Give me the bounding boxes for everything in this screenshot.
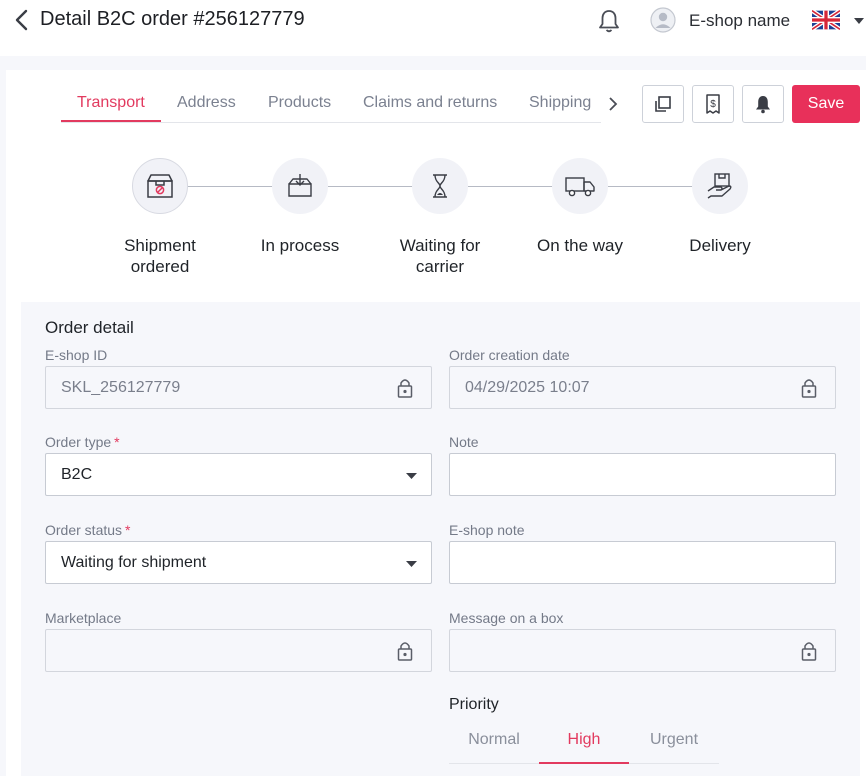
lock-icon xyxy=(397,379,413,398)
eshop-id-field: SKL_256127779 xyxy=(45,366,432,409)
copy-button[interactable] xyxy=(642,85,684,123)
top-bar: Detail B2C order #256127779 E-shop name xyxy=(0,0,866,56)
tab-bar: Transport Address Products Claims and re… xyxy=(61,70,601,123)
step-label: Delivery xyxy=(689,236,751,255)
marketplace-field xyxy=(45,629,432,672)
step-connector xyxy=(188,186,274,187)
step-in-process[interactable] xyxy=(272,158,328,214)
bell-icon xyxy=(756,96,770,114)
back-arrow-icon[interactable] xyxy=(12,8,32,32)
order-status-label: Order status * xyxy=(45,522,131,538)
tab-products[interactable]: Products xyxy=(268,94,331,112)
eshop-note-input[interactable] xyxy=(449,541,836,584)
chevron-right-icon[interactable] xyxy=(606,96,620,112)
marketplace-label: Marketplace xyxy=(45,610,122,626)
step-on-the-way[interactable] xyxy=(552,158,608,214)
order-status-value: Waiting for shipment xyxy=(61,554,207,571)
creation-date-field: 04/29/2025 10:07 xyxy=(449,366,836,409)
package-download-icon xyxy=(288,174,312,197)
notifications-bell-icon[interactable] xyxy=(597,8,621,34)
step-label: In process xyxy=(260,236,340,255)
step-label: Shipment ordered xyxy=(124,236,196,276)
svg-text:$: $ xyxy=(710,99,716,110)
order-card: Transport Address Products Claims and re… xyxy=(6,70,866,776)
section-title: Order detail xyxy=(45,318,134,337)
notify-button[interactable] xyxy=(742,85,784,123)
language-dropdown-caret-icon[interactable] xyxy=(852,16,866,26)
message-on-box-field xyxy=(449,629,836,672)
caret-down-icon xyxy=(406,473,417,479)
order-detail-panel: Order detail E-shop ID SKL_256127779 Ord… xyxy=(21,302,860,776)
order-type-value: B2C xyxy=(61,466,93,483)
save-button[interactable]: Save xyxy=(792,85,860,123)
step-shipment-ordered[interactable] xyxy=(132,158,188,214)
page-title: Detail B2C order #256127779 xyxy=(40,8,305,30)
tab-transport[interactable]: Transport xyxy=(77,94,145,112)
message-on-box-label: Message on a box xyxy=(449,610,564,626)
step-connector xyxy=(608,186,694,187)
priority-active-indicator xyxy=(539,762,629,764)
step-waiting-for-carrier[interactable] xyxy=(412,158,468,214)
avatar-icon[interactable] xyxy=(650,7,676,33)
order-type-label: Order type * xyxy=(45,434,120,450)
eshop-name[interactable]: E-shop name xyxy=(689,11,790,31)
note-input[interactable] xyxy=(449,453,836,496)
step-label: Waiting for carrier xyxy=(399,236,481,276)
eshop-note-label: E-shop note xyxy=(449,522,525,538)
step-label: On the way xyxy=(537,236,623,255)
creation-date-value: 04/29/2025 10:07 xyxy=(465,379,590,396)
step-connector xyxy=(468,186,554,187)
truck-icon xyxy=(565,177,595,197)
lock-icon xyxy=(801,379,817,398)
uk-flag-icon[interactable] xyxy=(812,10,840,30)
note-label: Note xyxy=(449,434,479,450)
eshop-id-value: SKL_256127779 xyxy=(61,379,181,396)
step-connector xyxy=(328,186,414,187)
priority-high[interactable]: High xyxy=(539,731,629,749)
tab-claims-and-returns[interactable]: Claims and returns xyxy=(363,94,497,112)
creation-date-label: Order creation date xyxy=(449,347,570,363)
caret-down-icon xyxy=(406,561,417,567)
eshop-id-label: E-shop ID xyxy=(45,347,108,363)
order-status-select[interactable]: Waiting for shipment xyxy=(45,541,432,584)
step-delivery[interactable] xyxy=(692,158,748,214)
lock-icon xyxy=(801,642,817,661)
active-tab-indicator xyxy=(61,120,161,122)
priority-tabs: Normal High Urgent xyxy=(449,720,719,764)
tab-shipping[interactable]: Shipping xyxy=(529,94,591,112)
invoice-button[interactable]: $ xyxy=(692,85,734,123)
invoice-icon: $ xyxy=(706,94,720,114)
hand-package-icon xyxy=(707,173,732,199)
priority-label: Priority xyxy=(449,696,499,713)
hourglass-icon xyxy=(433,174,447,198)
order-type-select[interactable]: B2C xyxy=(45,453,432,496)
lock-icon xyxy=(397,642,413,661)
priority-urgent[interactable]: Urgent xyxy=(629,731,719,749)
box-icon xyxy=(147,174,173,198)
tab-address[interactable]: Address xyxy=(177,94,236,112)
copy-icon xyxy=(655,96,671,112)
priority-normal[interactable]: Normal xyxy=(449,731,539,749)
